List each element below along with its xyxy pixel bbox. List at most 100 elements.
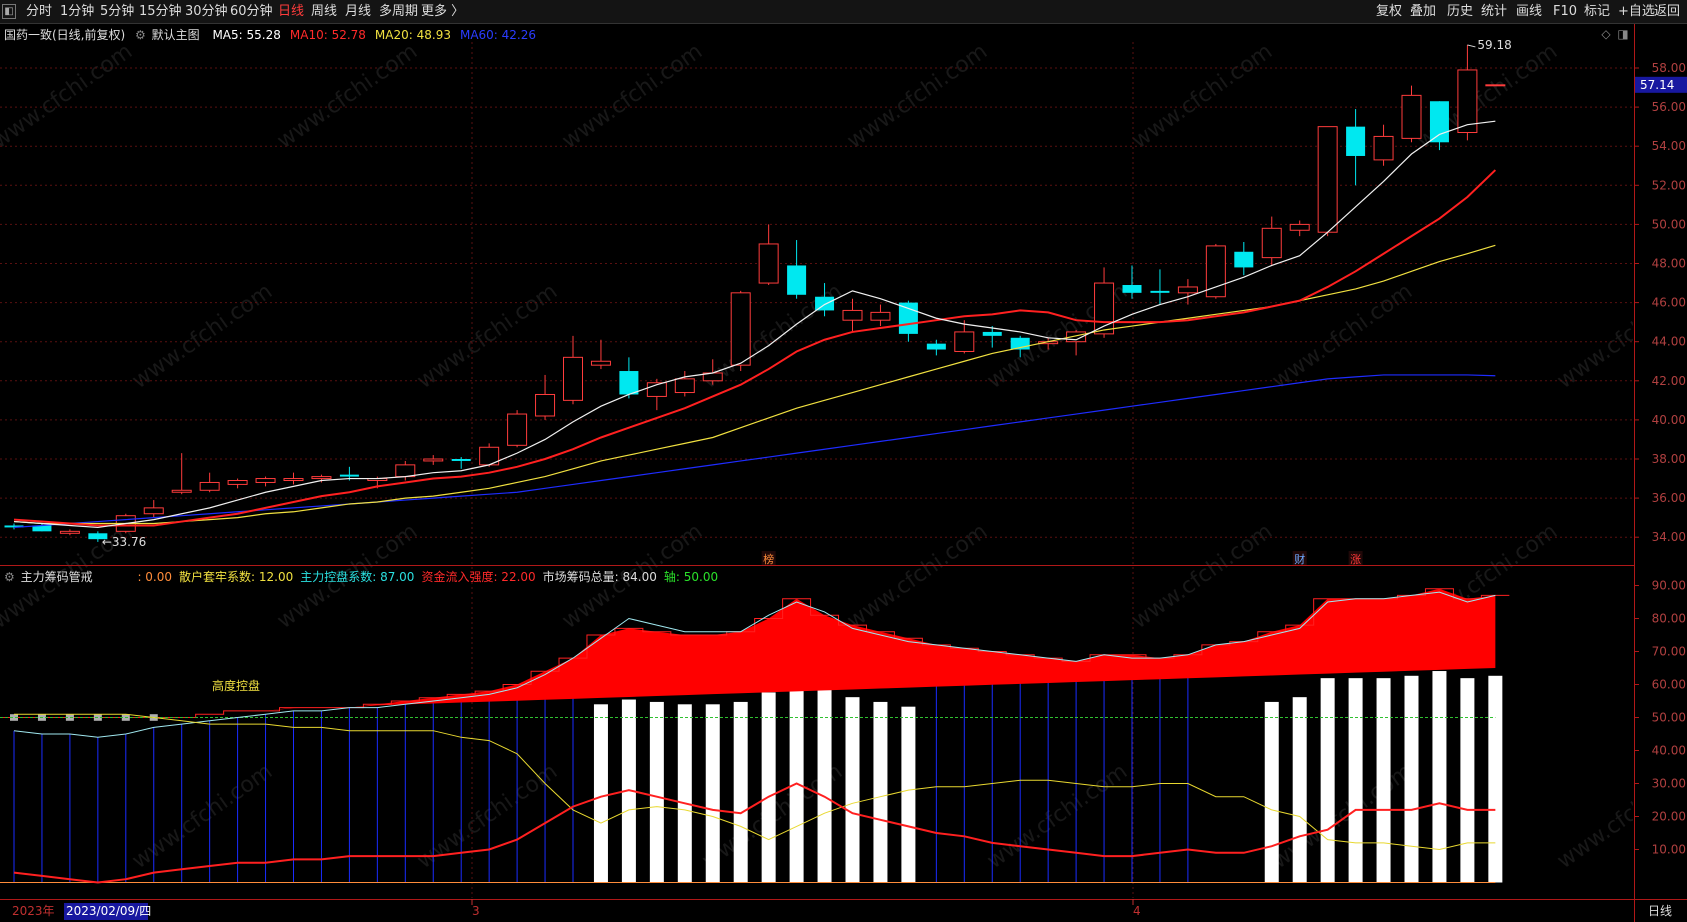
candle-body bbox=[339, 474, 359, 477]
sub-tick-label: 80.00 bbox=[1652, 612, 1686, 626]
sub-tick-label: 50.00 bbox=[1652, 711, 1686, 725]
candle-body bbox=[535, 393, 556, 417]
control-bar bbox=[733, 701, 748, 883]
low-price-label: ←33.76 bbox=[102, 535, 146, 549]
candle-body bbox=[982, 331, 1002, 336]
event-marker-2: 涨 bbox=[1350, 553, 1361, 566]
sub-value-label-0: : 0.00 bbox=[137, 570, 173, 584]
annotation-label: 高度控盘 bbox=[212, 678, 260, 693]
candle-body bbox=[1429, 101, 1449, 143]
ma5-line bbox=[13, 120, 1496, 529]
candle-body bbox=[787, 265, 807, 295]
price-tick-label: 54.00 bbox=[1652, 139, 1686, 153]
price-tick-label: 50.00 bbox=[1652, 217, 1686, 231]
candle-body bbox=[674, 378, 695, 394]
ma-label-2: MA20: 48.93 bbox=[374, 28, 451, 42]
control-bar bbox=[1264, 701, 1279, 883]
candle-body bbox=[423, 458, 444, 462]
candle-body bbox=[1373, 135, 1394, 161]
control-bar bbox=[901, 706, 916, 883]
control-bar bbox=[1404, 675, 1419, 883]
candle-body bbox=[1150, 290, 1170, 293]
month-label-3: 3 bbox=[472, 904, 480, 918]
sub-tick-label: 30.00 bbox=[1652, 777, 1686, 791]
price-tick-label: 44.00 bbox=[1652, 335, 1686, 349]
high-price-label: 59.18 bbox=[1477, 38, 1511, 52]
control-bar bbox=[1320, 678, 1335, 883]
candle-body bbox=[199, 481, 220, 491]
candle-body bbox=[1457, 69, 1478, 134]
candle-body bbox=[1401, 94, 1422, 139]
candle-body bbox=[758, 243, 779, 284]
control-bar bbox=[817, 690, 832, 883]
price-tick-label: 40.00 bbox=[1652, 413, 1686, 427]
chart-canvas[interactable]: 58.00 56.00 54.00 52.00 50.00 48.00 46.00 44.00… bbox=[0, 0, 1687, 922]
control-bar bbox=[1488, 675, 1503, 883]
control-bar bbox=[1376, 678, 1391, 883]
stock-title: 国药一致(日线,前复权) bbox=[4, 28, 126, 42]
market-total-area bbox=[14, 588, 1496, 718]
event-marker-0: 榜 bbox=[763, 552, 774, 566]
price-tick-label: 46.00 bbox=[1652, 296, 1686, 310]
price-tick-label: 38.00 bbox=[1652, 452, 1686, 466]
sub-indicator-name[interactable]: 主力筹码管戒 bbox=[21, 570, 93, 584]
event-marker-1: 财 bbox=[1294, 552, 1305, 566]
month-label-4: 4 bbox=[1133, 904, 1141, 918]
ma-label-0: MA5: 55.28 bbox=[212, 28, 281, 42]
sub-value-label-1: 散户套牢系数: 12.00 bbox=[179, 570, 294, 584]
gear-icon[interactable]: ⚙ bbox=[4, 570, 15, 584]
candle-body bbox=[1261, 227, 1282, 259]
current-price-label: 57.14 bbox=[1640, 78, 1674, 92]
candle-body bbox=[507, 413, 528, 446]
indicator-name[interactable]: 默认主图 bbox=[152, 28, 200, 42]
candle-body bbox=[283, 478, 304, 482]
ma-label-3: MA60: 42.26 bbox=[459, 28, 537, 42]
candle-body bbox=[1122, 285, 1142, 293]
sub-tick-label: 20.00 bbox=[1652, 810, 1686, 824]
price-tick-label: 36.00 bbox=[1652, 491, 1686, 505]
control-bar bbox=[873, 701, 888, 883]
sub-tick-label: 40.00 bbox=[1652, 744, 1686, 758]
ma10-line bbox=[13, 169, 1497, 527]
candle-body bbox=[619, 371, 639, 395]
candle-body bbox=[954, 331, 975, 352]
ma-label-1: MA10: 52.78 bbox=[289, 28, 366, 42]
control-bar bbox=[1348, 678, 1363, 883]
period-label: 日线 bbox=[1648, 904, 1672, 918]
candle-body bbox=[143, 507, 164, 515]
price-tick-label: 34.00 bbox=[1652, 530, 1686, 544]
candle-body bbox=[311, 476, 332, 480]
price-tick-label: 58.00 bbox=[1652, 61, 1686, 75]
gear-icon[interactable]: ⚙ bbox=[135, 28, 146, 42]
price-tick-label: 48.00 bbox=[1652, 257, 1686, 271]
control-bar bbox=[845, 697, 860, 883]
diamond-icon: ◇ bbox=[1601, 27, 1611, 41]
sub-value-label-5: 轴: 50.00 bbox=[663, 570, 719, 584]
price-tick-label: 42.00 bbox=[1652, 374, 1686, 388]
candle-body bbox=[730, 292, 751, 366]
layout-icon: ◨ bbox=[1617, 27, 1628, 41]
candle-body bbox=[842, 309, 863, 321]
candle-body bbox=[171, 489, 192, 493]
price-tick-label: 56.00 bbox=[1652, 100, 1686, 114]
candle-body bbox=[227, 480, 248, 485]
high-pointer bbox=[1467, 44, 1476, 48]
sub-pane-header: ⚙ 主力筹码管戒 : 0.00 散户套牢系数: 12.00 主力控盘系数: 87.0… bbox=[4, 568, 718, 585]
sub-tick-label: 60.00 bbox=[1652, 678, 1686, 692]
candle-body bbox=[926, 343, 946, 350]
candle-body bbox=[1485, 84, 1506, 87]
candle-body bbox=[898, 302, 918, 334]
sub-value-label-4: 市场筹码总量: 84.00 bbox=[542, 570, 657, 584]
sub-value-label-3: 资金流入强度: 22.00 bbox=[421, 570, 536, 584]
candle-body bbox=[255, 478, 276, 483]
control-bar bbox=[789, 678, 804, 883]
candle-body bbox=[1234, 251, 1254, 268]
ma60-line bbox=[13, 374, 1496, 529]
control-bar bbox=[677, 704, 692, 883]
control-bar bbox=[1292, 697, 1307, 883]
candle-body bbox=[59, 530, 80, 534]
candle-body bbox=[590, 360, 611, 366]
candle-body bbox=[563, 356, 583, 401]
candle-body bbox=[815, 296, 835, 311]
candle-body bbox=[451, 459, 471, 461]
